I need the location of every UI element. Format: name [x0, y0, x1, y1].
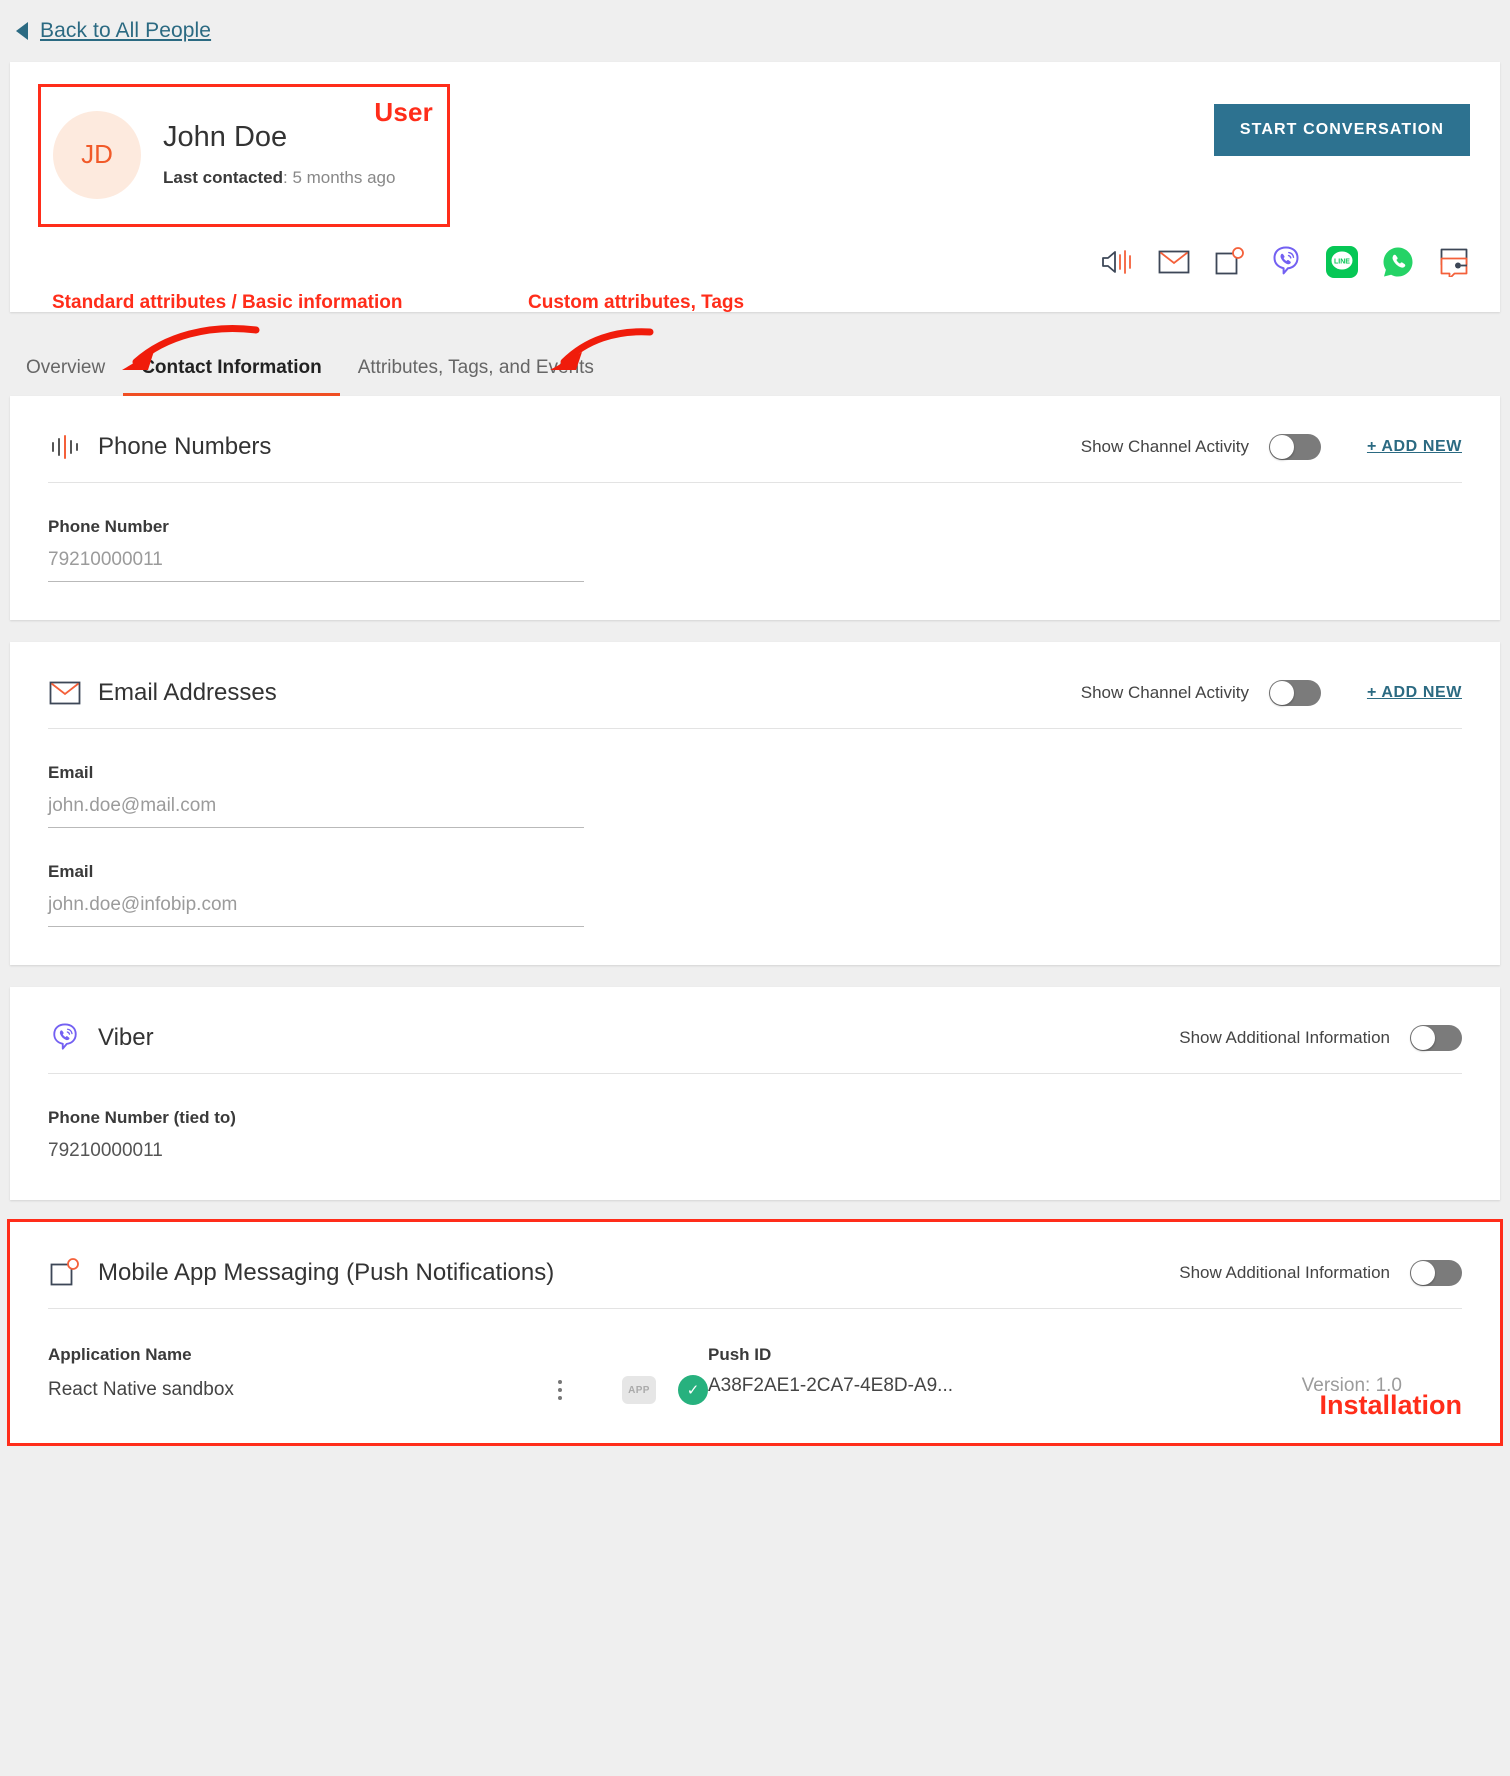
phone-numbers-card: Phone Numbers Show Channel Activity + AD… [10, 396, 1500, 620]
viber-header: Viber Show Additional Information [48, 1021, 1462, 1074]
push-notification-icon[interactable] [1212, 244, 1248, 280]
viber-controls: Show Additional Information [1179, 1025, 1462, 1051]
toggle-knob [1269, 435, 1294, 459]
viber-section: Viber Show Additional Information Phone … [10, 987, 1500, 1200]
application-name-row: React Native sandbox APP ✓ [48, 1375, 708, 1405]
back-bar: Back to All People [0, 0, 1510, 62]
last-contacted-value: 5 months ago [292, 168, 396, 188]
viber-phone-label: Phone Number (tied to) [48, 1108, 236, 1127]
phone-number-input[interactable]: 79210000011 [48, 549, 584, 582]
viber-icon[interactable] [1268, 244, 1304, 280]
email-label-1: Email [48, 763, 94, 782]
email-label-2: Email [48, 862, 94, 881]
viber-phone-value: 79210000011 [48, 1140, 163, 1161]
mobile-app-messaging-title: Mobile App Messaging (Push Notifications… [98, 1259, 555, 1286]
person-contact-information-page: Back to All People JD John Doe Last cont… [0, 0, 1510, 1463]
show-additional-information-label-push: Show Additional Information [1179, 1263, 1390, 1282]
viber-icon [48, 1021, 82, 1055]
check-circle-icon: ✓ [678, 1375, 708, 1405]
phone-numbers-header: Phone Numbers Show Channel Activity + AD… [48, 430, 1462, 483]
last-contacted-label: Last contacted [163, 168, 283, 188]
mobile-app-messaging-header: Mobile App Messaging (Push Notifications… [48, 1256, 1462, 1309]
push-installation-row: Application Name React Native sandbox AP… [48, 1345, 1462, 1405]
sms-speaker-icon[interactable] [1100, 244, 1136, 280]
avatar: JD [53, 110, 141, 199]
show-channel-activity-label-phone: Show Channel Activity [1080, 437, 1249, 456]
viber-phone-field: Phone Number (tied to) 79210000011 [48, 1108, 1462, 1162]
email-input-2[interactable]: john.doe@infobip.com [48, 894, 584, 927]
application-name-label: Application Name [48, 1345, 192, 1364]
phone-number-field: Phone Number 79210000011 [48, 517, 1462, 582]
back-to-all-people-link[interactable]: Back to All People [40, 19, 211, 43]
person-meta: John Doe Last contacted: 5 months ago [163, 121, 395, 188]
whatsapp-icon[interactable] [1380, 244, 1416, 280]
viber-card: Viber Show Additional Information Phone … [10, 987, 1500, 1200]
svg-text:LINE: LINE [1334, 258, 1350, 265]
annotation-user: User [374, 97, 433, 127]
profile-header-card: JD John Doe Last contacted: 5 months ago… [10, 62, 1500, 312]
channel-icons-row: LINE [1100, 244, 1472, 280]
viber-title: Viber [98, 1024, 154, 1051]
mobile-app-messaging-card: Mobile App Messaging (Push Notifications… [7, 1219, 1503, 1446]
conversations-icon[interactable] [1436, 244, 1472, 280]
toggle-knob [1269, 681, 1294, 705]
show-additional-information-label-viber: Show Additional Information [1179, 1028, 1390, 1047]
show-additional-information-toggle-push[interactable] [1410, 1260, 1462, 1286]
app-platform-chip: APP [622, 1376, 656, 1404]
email-addresses-card: Email Addresses Show Channel Activity + … [10, 642, 1500, 965]
show-channel-activity-toggle-phone[interactable] [1268, 434, 1321, 460]
mobile-app-messaging-controls: Show Additional Information [1179, 1260, 1462, 1286]
annotation-custom-attributes: Custom attributes, Tags [528, 292, 745, 313]
phone-numbers-section: Phone Numbers Show Channel Activity + AD… [10, 396, 1500, 620]
phone-number-label: Phone Number [48, 517, 169, 536]
email-input-1[interactable]: john.doe@mail.com [48, 795, 584, 828]
sms-bars-icon [48, 430, 82, 464]
bottom-spacer [0, 1443, 1510, 1463]
push-id-label: Push ID [708, 1345, 772, 1364]
add-new-phone-link[interactable]: + ADD NEW [1367, 438, 1462, 456]
push-id-value: A38F2AE1-2CA7-4E8D-A9... [708, 1375, 954, 1396]
phone-numbers-title: Phone Numbers [98, 433, 272, 460]
email-addresses-section: Email Addresses Show Channel Activity + … [10, 642, 1500, 965]
add-new-email-link[interactable]: + ADD NEW [1367, 684, 1462, 702]
push-application-column: Application Name React Native sandbox AP… [48, 1345, 708, 1405]
person-name: John Doe [163, 120, 288, 153]
annotation-installation: Installation [1319, 1390, 1462, 1420]
email-envelope-icon [48, 676, 82, 710]
start-conversation-button[interactable]: START CONVERSATION [1213, 104, 1470, 156]
email-field-1: Email john.doe@mail.com [48, 763, 1462, 828]
email-field-2: Email john.doe@infobip.com [48, 862, 1462, 927]
last-contacted: Last contacted: 5 months ago [163, 168, 396, 188]
line-icon[interactable]: LINE [1324, 244, 1360, 280]
arrow-to-overview-tab [122, 324, 260, 370]
phone-numbers-controls: Show Channel Activity + ADD NEW [1081, 434, 1462, 460]
application-name-value: React Native sandbox [48, 1379, 234, 1400]
email-addresses-controls: Show Channel Activity + ADD NEW [1081, 680, 1462, 706]
email-addresses-title: Email Addresses [98, 679, 277, 706]
show-channel-activity-label-email: Show Channel Activity [1080, 683, 1249, 702]
push-notification-icon [48, 1256, 82, 1290]
mobile-app-messaging-section: Mobile App Messaging (Push Notifications… [10, 1222, 1500, 1443]
toggle-knob [1411, 1261, 1435, 1285]
email-addresses-header: Email Addresses Show Channel Activity + … [48, 676, 1462, 729]
arrow-to-attributes-tab [550, 328, 654, 370]
person-summary-box: JD John Doe Last contacted: 5 months ago… [38, 84, 450, 227]
annotation-standard-attributes: Standard attributes / Basic information [52, 292, 403, 313]
email-envelope-icon[interactable] [1156, 244, 1192, 280]
triangle-left-icon [16, 22, 28, 40]
show-channel-activity-toggle-email[interactable] [1268, 680, 1321, 706]
more-vertical-icon[interactable] [558, 1380, 562, 1400]
show-additional-information-toggle-viber[interactable] [1410, 1025, 1462, 1051]
toggle-knob [1411, 1026, 1435, 1050]
